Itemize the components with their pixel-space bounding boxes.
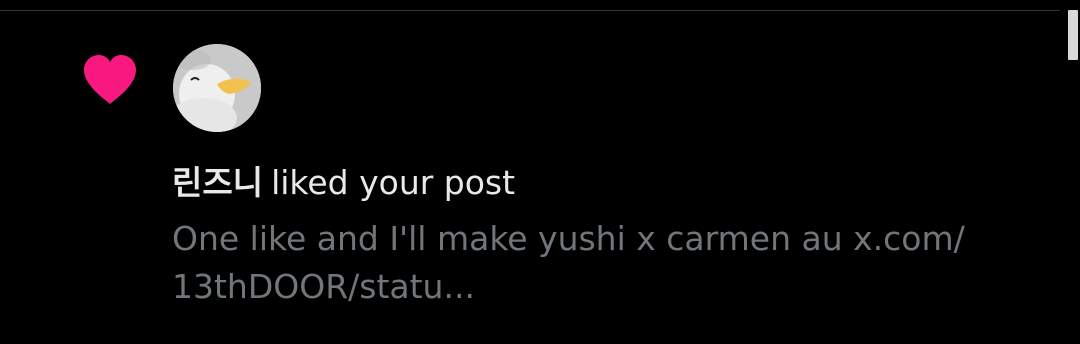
action-text: liked your post <box>271 163 516 202</box>
avatar[interactable] <box>173 44 261 132</box>
scrollbar-track[interactable] <box>1062 0 1080 344</box>
heart-icon <box>84 55 136 104</box>
scrollbar-thumb[interactable] <box>1068 10 1078 60</box>
title-line: 린즈니 liked your post <box>172 161 1012 205</box>
notification-item[interactable]: 린즈니 liked your post One like and I'll mak… <box>0 11 1060 344</box>
post-preview[interactable]: One like and I'll make yushi x carmen au… <box>172 215 1012 311</box>
notification-text: 린즈니 liked your post One like and I'll mak… <box>172 161 1012 311</box>
username[interactable]: 린즈니 <box>172 163 263 202</box>
duck-plush-avatar-icon <box>173 44 261 132</box>
